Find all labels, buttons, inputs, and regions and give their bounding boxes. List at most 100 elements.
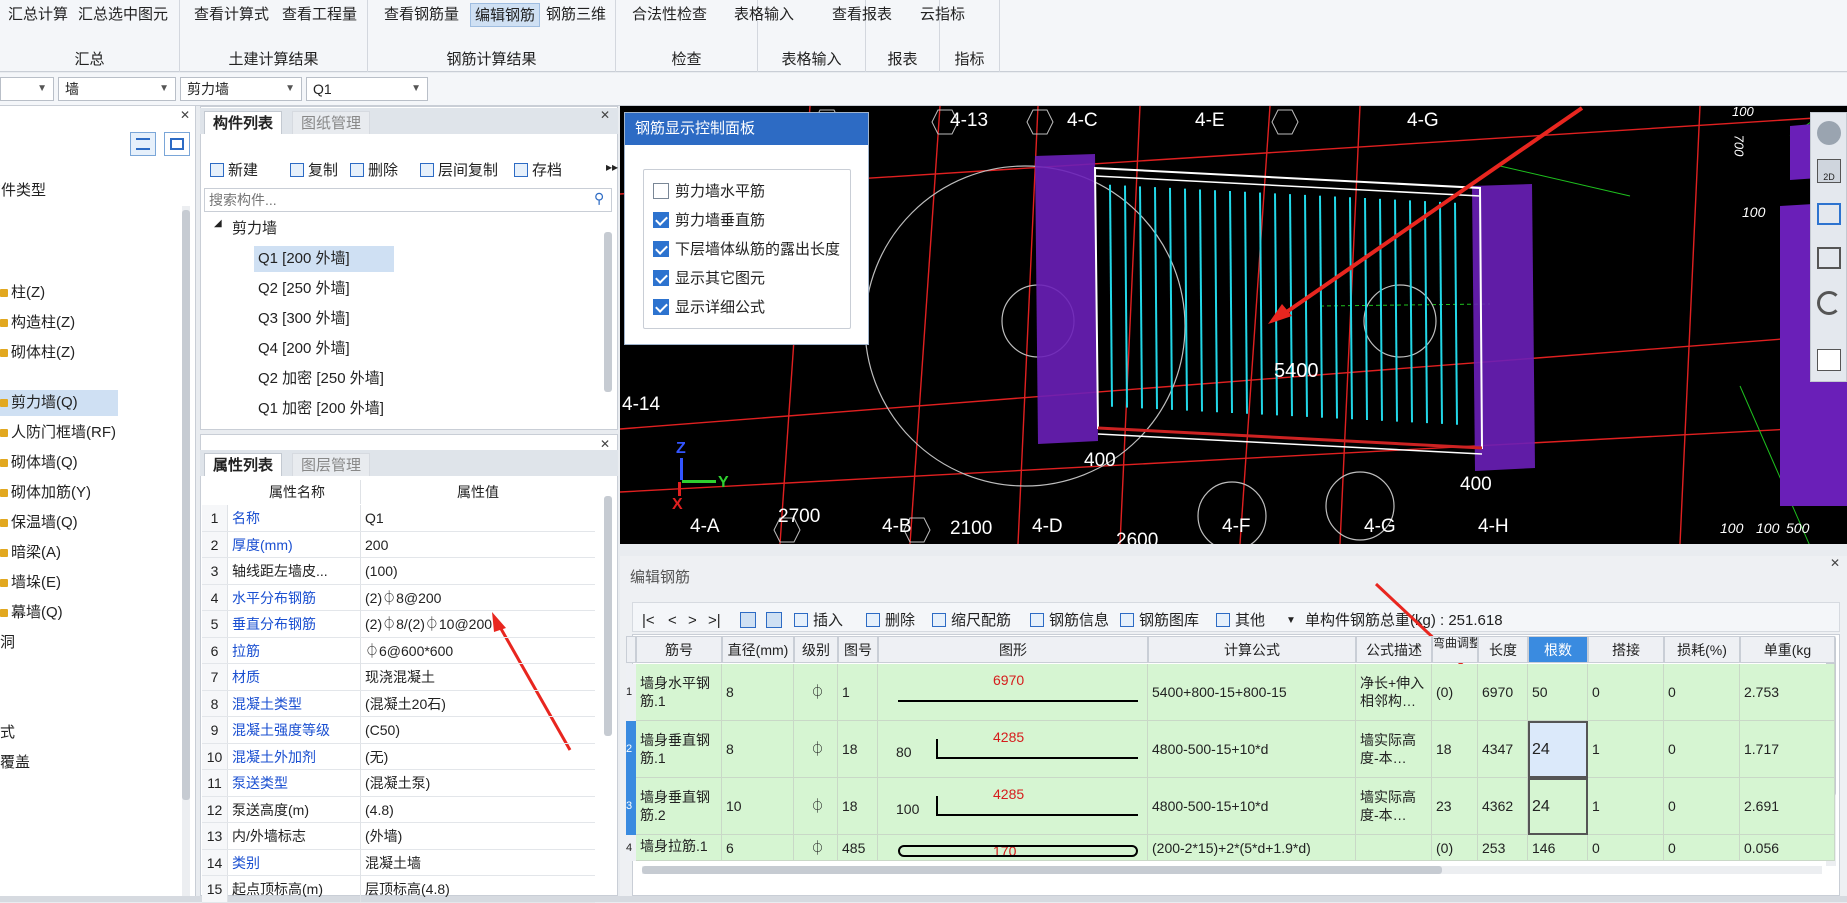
component-list-item[interactable]: Q1 [200 外墙] [254,246,394,272]
grid-cell-len[interactable]: 4362 [1478,778,1528,835]
property-row[interactable]: 2 厚度(mm) 200 [202,531,595,558]
grid-cell-dia[interactable]: 10 [722,778,794,835]
grid-cell-formula[interactable]: 4800-500-15+10*d [1148,721,1356,778]
property-value[interactable]: (混凝土20石) [360,690,595,717]
checkbox-icon[interactable] [653,183,669,199]
nav-button[interactable]: |< [642,610,655,632]
property-row[interactable]: 15 起点顶标高(m) 层顶标高(4.8) [202,876,595,903]
left-panel-item[interactable]: 砌体墙(Q) [0,450,78,476]
grid-header[interactable]: 筋号 [636,636,722,663]
property-row[interactable]: 6 拉筋 ⏀6@600*600 [202,637,595,664]
component-list-item[interactable]: Q2 加密 [250 外墙] [254,366,388,392]
close-icon[interactable]: ✕ [600,108,610,122]
grid-cell-unit[interactable]: 1.717 [1740,721,1835,778]
close-icon[interactable]: ✕ [180,108,190,122]
edit-toolbar-button[interactable]: 其他 [1216,610,1265,632]
grid-cell-desc[interactable]: 墙实际高度-本… [1356,778,1432,835]
grid-header[interactable]: 根数 [1528,636,1588,663]
left-panel-item[interactable]: 墙垛(E) [0,570,61,596]
grid-cell-grade[interactable]: ⏀ [794,778,838,835]
toolbar-button-new[interactable]: 新建 [210,160,258,182]
ribbon-button[interactable]: 编辑钢筋 [470,3,541,27]
rotate-icon[interactable] [1817,291,1841,315]
grid-hscrollbar[interactable] [642,866,1822,874]
nav-button[interactable]: >| [708,610,721,632]
grid-cell-len[interactable]: 6970 [1478,664,1528,721]
property-value[interactable]: 现浇混凝土 [360,664,595,690]
chevron-down-icon[interactable]: ▼ [1286,610,1296,632]
panel-tab[interactable]: 图层管理 [292,453,371,476]
grid-row-index[interactable]: 4 [626,835,636,861]
left-panel-item[interactable]: 幕墙(Q) [0,600,63,626]
left-panel-item[interactable]: 覆盖 [0,750,30,776]
left-panel-item[interactable]: 式 [0,720,15,746]
grid-cell-formula[interactable]: 5400+800-15+800-15 [1148,664,1356,721]
grid-header[interactable]: 弯曲调整 [1432,636,1478,663]
grid-cell-unit[interactable]: 2.753 [1740,664,1835,721]
component-list-item[interactable]: Q3 [300 外墙] [254,306,354,332]
grid-cell-desc[interactable]: 墙实际高度-本… [1356,721,1432,778]
tree-root[interactable]: 剪力墙 [228,216,281,242]
toolbar-button-save[interactable]: 存档 [514,160,562,182]
property-row[interactable]: 3 轴线距左墙皮... (100) [202,558,595,585]
search-input[interactable] [204,188,612,212]
grid-cell-lap[interactable]: 1 [1588,721,1664,778]
grid-cell-loss[interactable]: 0 [1664,835,1740,861]
property-value[interactable]: (2)⏀8@200 [360,584,595,611]
checkbox-icon[interactable] [653,270,669,286]
edit-toolbar-button[interactable]: 钢筋图库 [1120,610,1199,632]
grid-header[interactable]: 直径(mm) [722,636,794,663]
ribbon-button[interactable]: 合法性检查 [628,3,711,27]
close-icon[interactable]: ✕ [600,437,610,451]
toolbar-button-layer-copy[interactable]: 层间复制 [420,160,498,182]
search-icon[interactable]: ⚲ [594,190,604,207]
grid-cell-unit[interactable]: 0.056 [1740,835,1835,861]
grid-cell-unit[interactable]: 2.691 [1740,778,1835,835]
checkbox-icon[interactable] [653,212,669,228]
grid-header[interactable]: 损耗(%) [1664,636,1740,663]
property-row[interactable]: 4 水平分布钢筋 (2)⏀8@200 [202,584,595,611]
display-option-checkbox[interactable]: 剪力墙水平筋 [653,181,765,203]
property-value[interactable]: (C50) [360,717,595,743]
grid-header[interactable]: 图形 [878,636,1148,663]
component-list-item[interactable]: Q1 加密 [200 外墙] [254,396,388,422]
nav-button[interactable]: < [668,610,677,632]
property-value[interactable]: 200 [360,531,595,558]
grid-cell-fig[interactable]: 485 [838,835,878,861]
left-panel-item[interactable]: 柱(Z) [0,280,45,306]
grid-header[interactable]: 长度 [1478,636,1528,663]
checkbox-icon[interactable] [653,241,669,257]
left-panel-item[interactable]: 保温墙(Q) [0,510,78,536]
grid-cell-bend[interactable]: 23 [1432,778,1478,835]
grid-cell-grade[interactable]: ⏀ [794,721,838,778]
grid-cell-loss[interactable]: 0 [1664,664,1740,721]
grid-cell-len[interactable]: 4347 [1478,721,1528,778]
ribbon-button[interactable]: 表格输入 [730,3,798,27]
ribbon-button[interactable]: 云指标 [916,3,969,27]
ribbon-button[interactable]: 钢筋三维 [542,3,610,27]
ribbon-button[interactable]: 汇总选中图元 [74,3,172,27]
property-value[interactable]: (100) [360,558,595,584]
display-option-checkbox[interactable]: 显示其它图元 [653,268,765,290]
edit-toolbar-button[interactable]: 缩尺配筋 [932,610,1011,632]
grid-row-index[interactable]: 3 [626,778,636,835]
grid-cell-fig[interactable]: 1 [838,664,878,721]
component-list-item[interactable]: Q4 [200 外墙] [254,336,354,362]
grid-cell-dia[interactable]: 6 [722,835,794,861]
grid-cell-formula[interactable]: (200-2*15)+2*(5*d+1.9*d) [1148,835,1356,861]
grid-cell-count[interactable]: 24 [1528,721,1588,778]
ribbon-button[interactable]: 查看计算式 [190,3,273,27]
selector-dropdown[interactable]: ▼ [0,77,54,101]
property-row[interactable]: 5 垂直分布钢筋 (2)⏀8/(2)⏀10@200 [202,611,595,638]
left-panel-item[interactable]: 暗梁(A) [0,540,61,566]
ribbon-button[interactable]: 汇总计算 [4,3,72,27]
ribbon-button[interactable]: 查看钢筋量 [380,3,463,27]
grid-header[interactable]: 搭接 [1588,636,1664,663]
grid-cell-loss[interactable]: 0 [1664,778,1740,835]
properties-icon[interactable] [1817,349,1841,371]
property-row[interactable]: 11 泵送类型 (混凝土泵) [202,770,595,797]
panel-tab[interactable]: 构件列表 [204,111,283,134]
edit-toolbar-button[interactable]: 钢筋信息 [1030,610,1109,632]
left-panel-item[interactable]: 砌体加筋(Y) [0,480,91,506]
property-row[interactable]: 7 材质 现浇混凝土 [202,664,595,691]
